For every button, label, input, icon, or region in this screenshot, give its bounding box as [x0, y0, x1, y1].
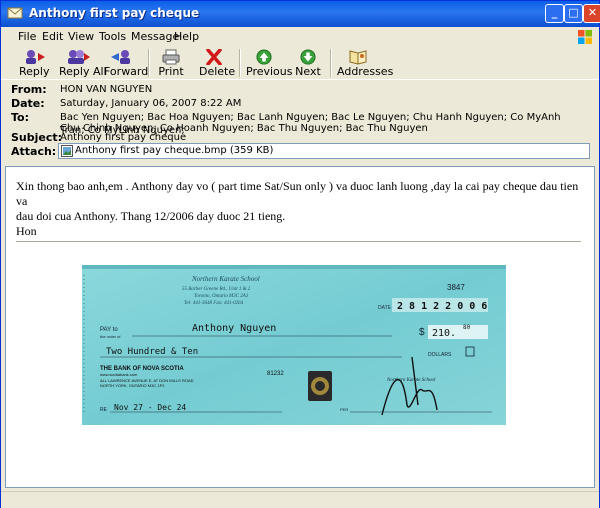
to-label: To: — [11, 111, 29, 124]
minimize-button[interactable]: _ — [545, 4, 564, 23]
per-label: PER — [340, 407, 348, 412]
reply-button[interactable]: Reply — [19, 49, 49, 78]
cheque-top-edge — [82, 265, 506, 269]
written-amount: Two Hundred & Ten — [106, 347, 198, 357]
menu-help[interactable]: Help — [174, 30, 199, 43]
status-bar — [1, 491, 599, 508]
payer-address1: 55 Barber Greene Rd., Unit 1 & 2 — [182, 287, 251, 292]
title-bar[interactable]: Anthony first pay cheque _ □ ✕ — [1, 1, 600, 27]
menu-view[interactable]: View — [68, 30, 94, 43]
cheque-background — [82, 265, 506, 425]
dollars-label: DOLLARS — [428, 352, 452, 358]
message-signature: Hon — [16, 224, 37, 238]
bank-code: 81232 — [267, 371, 284, 377]
amount-value: 210. — [432, 328, 456, 339]
menu-edit[interactable]: Edit — [42, 30, 63, 43]
payee-name: Anthony Nguyen — [192, 323, 276, 334]
message-text: Xin thong bao anh,em . Anthony day vo ( … — [16, 179, 581, 239]
cheque-number: 3847 — [447, 283, 465, 292]
date-value: Saturday, January 06, 2007 8:22 AM — [60, 98, 242, 109]
windows-logo-icon — [578, 30, 592, 44]
addresses-button[interactable]: Addresses — [337, 49, 393, 78]
payer-name: Northern Karate School — [191, 275, 260, 283]
memo-value: Nov 27 - Dec 24 — [114, 403, 186, 412]
maximize-button[interactable]: □ — [564, 4, 583, 23]
window-title: Anthony first pay cheque — [29, 6, 200, 20]
attachment-field[interactable]: Anthony first pay cheque.bmp (359 KB) — [58, 143, 590, 159]
horizontal-rule — [16, 241, 581, 243]
reply-all-icon — [68, 50, 90, 64]
memo-label: RE — [100, 407, 108, 413]
payer-phone: Tel: 441-3648 Fax: 441-0264 — [184, 301, 244, 306]
amount-symbol: $ — [419, 327, 425, 338]
hologram-core — [315, 381, 325, 391]
message-line: dau doi cua Anthony. Thang 12/2006 day d… — [16, 209, 286, 223]
message-line: Xin thong bao anh,em . Anthony day vo ( … — [16, 179, 579, 208]
order-label: the order of — [100, 334, 121, 339]
bitmap-file-icon — [61, 145, 73, 157]
pay-to-label: PAY to — [100, 327, 118, 333]
message-body[interactable]: Xin thong bao anh,em . Anthony day vo ( … — [5, 166, 595, 488]
delete-icon — [206, 49, 222, 65]
bank-website: www.scotiabank.com — [100, 372, 138, 377]
toolbar-separator — [148, 49, 150, 77]
printer-icon — [162, 49, 180, 65]
subject-label: Subject: — [11, 131, 63, 144]
attachment-name[interactable]: Anthony first pay cheque.bmp (359 KB) — [75, 145, 273, 156]
menu-bar: File Edit View Tools Message Help — [1, 27, 599, 48]
address-book-icon — [349, 50, 367, 65]
amount-cents: 80 — [463, 324, 471, 331]
cheque-date-label: DATE — [378, 305, 392, 311]
print-button[interactable]: Print — [158, 49, 184, 78]
menu-tools[interactable]: Tools — [99, 30, 126, 43]
reply-all-button[interactable]: Reply All — [59, 49, 107, 78]
forward-icon — [111, 50, 130, 64]
reply-icon — [26, 50, 45, 64]
menu-file[interactable]: File — [18, 30, 36, 43]
envelope-icon — [7, 7, 23, 19]
forward-button[interactable]: Forward — [104, 49, 148, 78]
cheque-image[interactable]: Northern Karate School 55 Barber Greene … — [82, 265, 506, 425]
previous-button[interactable]: Previous — [246, 49, 293, 78]
toolbar-separator — [239, 49, 241, 77]
next-arrow-icon — [300, 49, 316, 65]
previous-arrow-icon — [256, 49, 272, 65]
close-button[interactable]: ✕ — [583, 4, 600, 23]
attach-label: Attach: — [11, 145, 57, 158]
from-value[interactable]: HON VAN NGUYEN — [60, 83, 580, 96]
toolbar-separator — [330, 49, 332, 77]
delete-button[interactable]: Delete — [199, 49, 235, 78]
from-label: From: — [11, 83, 47, 96]
date-label: Date: — [11, 97, 45, 110]
bank-address2: NORTH YORK, ONTARIO M3C 1P2 — [100, 383, 165, 388]
payer-address2: Toronto, Ontario M3C 2A1 — [194, 294, 248, 299]
next-button[interactable]: Next — [295, 49, 321, 78]
email-window: Anthony first pay cheque _ □ ✕ File Edit… — [0, 0, 600, 508]
cheque-date-value: 2 8 1 2 2 0 0 6 — [397, 301, 487, 312]
menu-message[interactable]: Message — [131, 30, 179, 43]
toolbar: Reply Reply All Forward Print Delete Pre… — [1, 47, 599, 78]
